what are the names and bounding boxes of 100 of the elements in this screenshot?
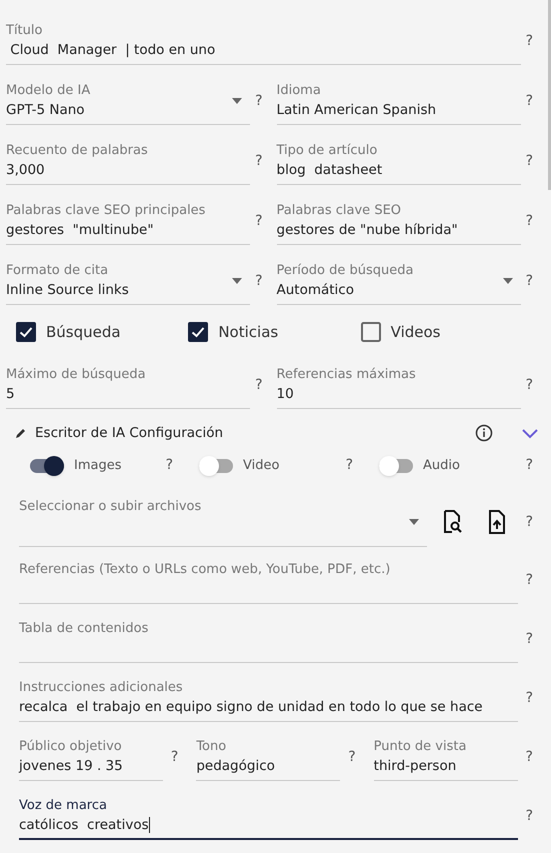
- input-field[interactable]: Título Cloud Manager | todo en uno: [6, 18, 521, 65]
- field-label: Recuento de palabras: [6, 142, 149, 160]
- field-label: Título: [6, 22, 44, 40]
- field-value: Latin American Spanish: [276, 101, 436, 120]
- help-icon[interactable]: ?: [526, 512, 533, 532]
- field-value: pedagógico: [196, 757, 275, 776]
- help-icon[interactable]: ?: [526, 31, 533, 52]
- select-field[interactable]: Modelo de IA GPT-5 Nano: [6, 78, 250, 125]
- dropdown-caret-icon[interactable]: [232, 98, 242, 104]
- input-field[interactable]: Referencias (Texto o URLs como web, YouTube, PDF, etc.): [19, 557, 518, 604]
- section-title: Escritor de IA Configuración: [35, 424, 224, 443]
- field-value: Inline Source links: [6, 281, 129, 300]
- field-label: Idioma: [276, 82, 322, 100]
- help-icon[interactable]: ?: [526, 688, 533, 709]
- help-icon[interactable]: ?: [255, 375, 262, 396]
- help-icon[interactable]: ?: [255, 271, 262, 292]
- field-value: 10: [276, 385, 294, 404]
- toggle-label: Images: [74, 456, 122, 475]
- field-label: Tabla de contenidos: [19, 620, 150, 638]
- checkbox[interactable]: [188, 322, 208, 342]
- help-icon[interactable]: ?: [526, 151, 533, 172]
- input-field[interactable]: Instrucciones adicionales recalca el trabajo en equipo signo de unidad en todo lo que se hace: [19, 675, 518, 722]
- field-value: jovenes 19 . 35: [19, 757, 123, 776]
- toggle-switch[interactable]: [379, 456, 413, 476]
- dropdown-caret-icon[interactable]: [502, 278, 513, 284]
- help-icon[interactable]: ?: [170, 747, 178, 768]
- field-value: católicos creativos: [19, 816, 149, 834]
- field-label: Punto de vista: [374, 738, 468, 756]
- text-cursor: [148, 816, 150, 832]
- field-value: 3,000: [6, 161, 45, 180]
- field-label: Palabras clave SEO principales: [6, 202, 206, 220]
- input-field[interactable]: Recuento de palabras 3,000: [6, 138, 250, 185]
- field-label: Modelo de IA: [6, 82, 92, 100]
- input-field[interactable]: Palabras clave SEO gestores de "nube híbrida": [276, 198, 521, 245]
- toggle-switch[interactable]: [30, 456, 64, 476]
- pen-icon: [16, 428, 26, 438]
- toggle-switch[interactable]: [199, 456, 233, 476]
- toggle-label: Audio: [423, 456, 461, 475]
- field-label: Palabras clave SEO: [276, 202, 402, 220]
- input-field[interactable]: Tipo de artículo blog datasheet: [276, 138, 521, 185]
- help-icon[interactable]: ?: [526, 455, 533, 476]
- field-label: Público objetivo: [19, 738, 123, 756]
- help-icon[interactable]: ?: [526, 747, 533, 768]
- toggle-label: Video: [243, 456, 280, 475]
- help-icon[interactable]: ?: [526, 271, 533, 292]
- field-label: Formato de cita: [6, 262, 110, 280]
- input-field[interactable]: Idioma Latin American Spanish: [276, 78, 521, 125]
- input-field[interactable]: Punto de vista third-person: [374, 734, 518, 781]
- help-icon[interactable]: ?: [526, 91, 533, 112]
- dropdown-caret-icon[interactable]: [409, 518, 419, 524]
- checkbox[interactable]: [16, 322, 36, 342]
- field-value: 5: [6, 385, 15, 404]
- help-icon[interactable]: ?: [255, 211, 262, 232]
- input-field[interactable]: Máximo de búsqueda 5: [6, 362, 250, 409]
- field-label: Voz de marca: [19, 796, 108, 814]
- field-value: Automático: [276, 281, 354, 300]
- help-icon[interactable]: ?: [166, 455, 173, 476]
- input-field[interactable]: Público objetivo jovenes 19 . 35: [19, 734, 163, 781]
- help-icon[interactable]: ?: [526, 806, 533, 827]
- field-label: Tono: [196, 738, 228, 756]
- help-icon[interactable]: ?: [526, 629, 533, 650]
- field-value: GPT-5 Nano: [6, 101, 85, 120]
- checkbox-label[interactable]: Noticias: [218, 320, 278, 344]
- field-value: blog datasheet: [276, 161, 382, 180]
- field-value: gestores "multinube": [6, 221, 154, 240]
- field-label: Máximo de búsqueda: [6, 366, 147, 384]
- select-field[interactable]: Formato de cita Inline Source links: [6, 258, 250, 305]
- checkbox-label[interactable]: Búsqueda: [46, 320, 121, 344]
- file-upload-icon[interactable]: [488, 510, 506, 534]
- dropdown-caret-icon[interactable]: [232, 278, 242, 284]
- scrollbar-thumb[interactable]: [548, 0, 551, 190]
- field-value: gestores de "nube híbrida": [276, 221, 458, 240]
- chevron-icon[interactable]: [521, 427, 539, 439]
- input-field[interactable]: Tabla de contenidos: [19, 616, 518, 663]
- field-label: Instrucciones adicionales: [19, 679, 184, 697]
- field-label: Seleccionar o subir archivos: [19, 498, 202, 516]
- file-select-field[interactable]: Seleccionar o subir archivos: [19, 497, 427, 547]
- help-icon[interactable]: ?: [526, 375, 533, 396]
- help-icon[interactable]: ?: [255, 151, 262, 172]
- checkbox[interactable]: [360, 322, 381, 342]
- input-field[interactable]: Tono pedagógico: [196, 734, 340, 781]
- field-value: recalca el trabajo en equipo signo de unidad en todo lo que se hace: [19, 698, 483, 717]
- help-icon[interactable]: ?: [348, 747, 356, 768]
- help-icon[interactable]: ?: [526, 570, 533, 591]
- field-value: Cloud Manager | todo en uno: [9, 41, 216, 60]
- select-field[interactable]: Período de búsqueda Automático: [276, 258, 521, 305]
- help-icon[interactable]: ?: [255, 91, 262, 112]
- help-icon[interactable]: ?: [526, 211, 533, 232]
- input-field[interactable]: Voz de marca católicos creativos: [19, 793, 518, 840]
- field-label: Tipo de artículo: [276, 142, 378, 160]
- field-label: Período de búsqueda: [276, 262, 414, 280]
- info-icon[interactable]: [475, 424, 493, 442]
- input-field[interactable]: Referencias máximas 10: [276, 362, 521, 409]
- help-icon[interactable]: ?: [346, 455, 353, 476]
- field-label: Referencias máximas: [276, 366, 417, 384]
- file-search-icon[interactable]: [443, 510, 463, 534]
- field-value: third-person: [374, 757, 456, 776]
- checkbox-label[interactable]: Videos: [390, 320, 440, 344]
- input-field[interactable]: Palabras clave SEO principales gestores "multinube": [6, 198, 250, 245]
- field-label: Referencias (Texto o URLs como web, YouTube, PDF, etc.): [19, 561, 392, 579]
